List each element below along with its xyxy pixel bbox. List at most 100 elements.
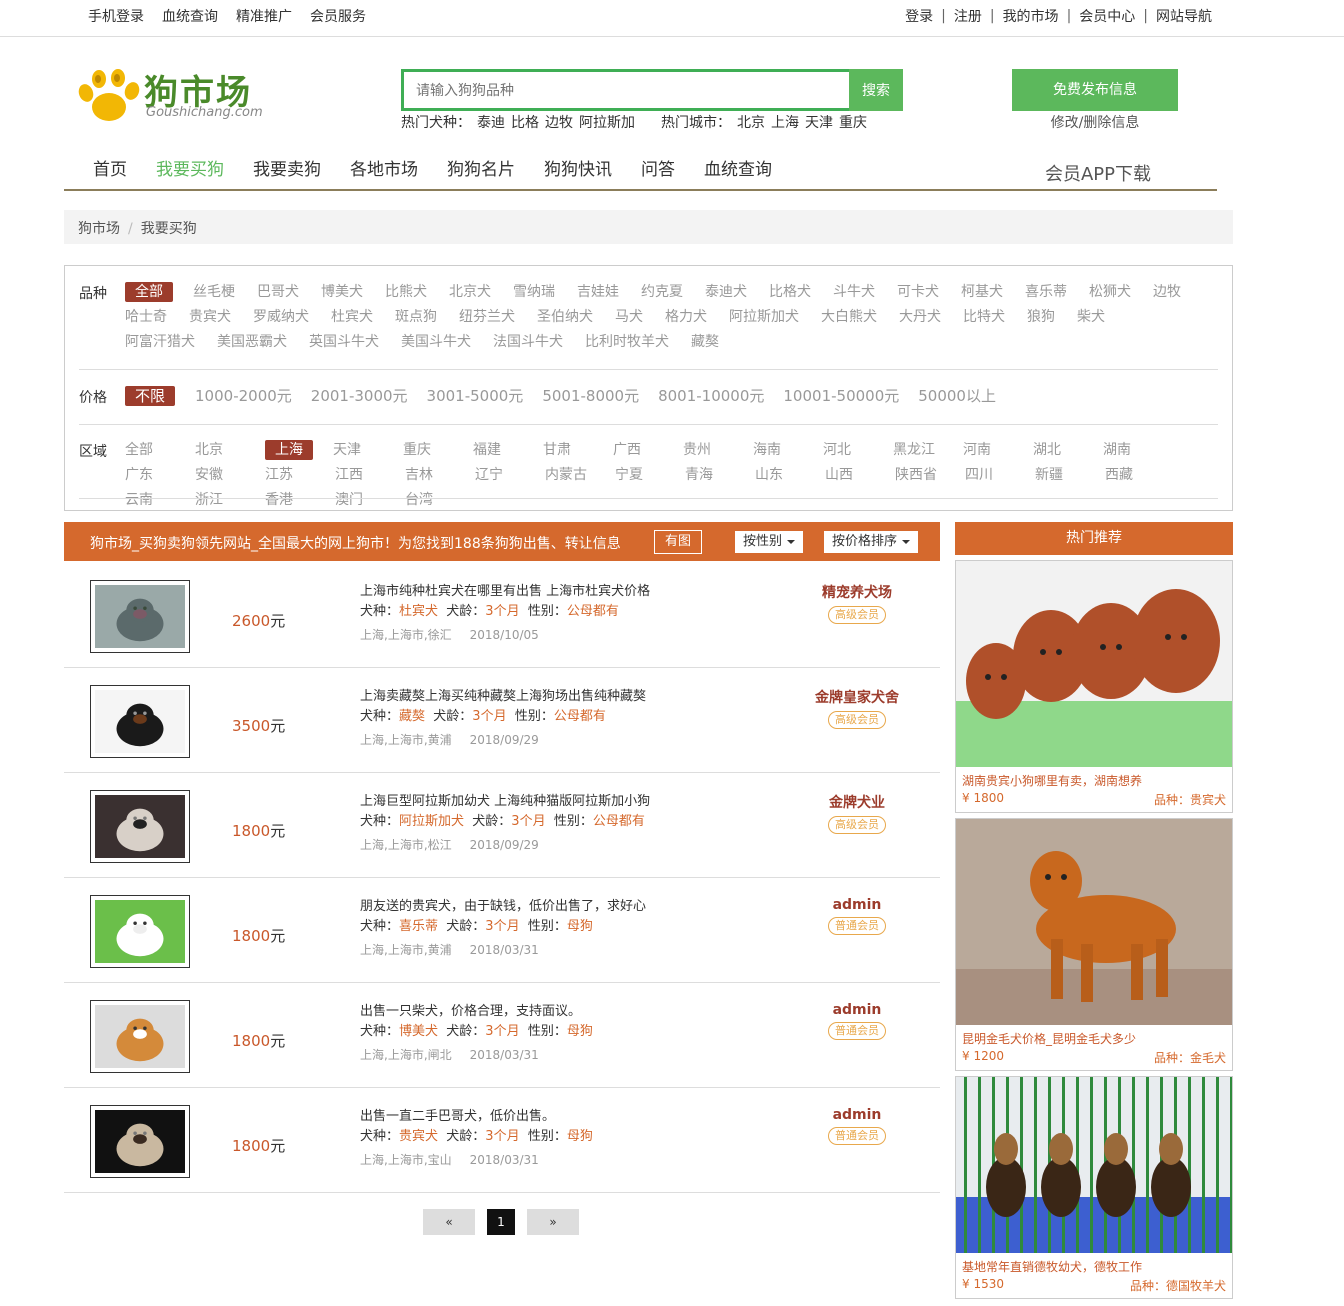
search-button[interactable]: 搜索 [849, 69, 903, 111]
hot-city-link[interactable]: 北京 [737, 112, 765, 132]
breed-value[interactable]: 藏獒 [399, 709, 425, 724]
filter-option-breed[interactable]: 丝毛梗 [193, 282, 235, 307]
filter-option-breed[interactable]: 约克夏 [641, 282, 683, 307]
filter-option-breed[interactable]: 雪纳瑞 [513, 282, 555, 307]
filter-option-breed[interactable]: 法国斗牛犬 [493, 332, 563, 357]
filter-option-region[interactable]: 天津 [333, 440, 381, 465]
hot-breed-link[interactable]: 边牧 [545, 112, 573, 132]
filter-option-breed[interactable]: 比利时牧羊犬 [585, 332, 669, 357]
seller-name[interactable]: 金牌皇家犬舍 [784, 687, 930, 707]
recommend-title[interactable]: 昆明金毛犬价格_昆明金毛犬多少 [956, 1025, 1232, 1047]
listing-row[interactable]: 2600元 上海市纯种杜宾犬在哪里有出售 上海市杜宾犬价格 犬种：杜宾犬 犬龄：3个… [64, 563, 940, 668]
filter-option-breed[interactable]: 北京犬 [449, 282, 491, 307]
listing-title[interactable]: 上海巨型阿拉斯加幼犬 上海纯种猫版阿拉斯加小狗 [360, 792, 650, 812]
listing-row[interactable]: 1800元 出售一只柴犬，价格合理，支持面议。 犬种：博美犬 犬龄：3个月 性别：母… [64, 983, 940, 1088]
filter-option-price[interactable]: 2001-3000元 [311, 386, 408, 411]
seller-name[interactable]: 金牌犬业 [784, 792, 930, 812]
filter-option-region[interactable]: 河南 [963, 440, 1011, 465]
nav-item-sell[interactable]: 我要卖狗 [253, 155, 321, 180]
filter-option-region[interactable]: 宁夏 [615, 465, 663, 490]
filter-option-region[interactable]: 安徽 [195, 465, 243, 490]
listing-title[interactable]: 朋友送的贵宾犬，由于缺钱，低价出售了，求好心 [360, 897, 646, 917]
sort-price-select[interactable]: 按价格排序 [824, 531, 919, 553]
filter-option-region[interactable]: 山东 [755, 465, 803, 490]
recommend-card[interactable]: 湖南贵宾小狗哪里有卖，湖南想养 ¥ 1800 品种：贵宾犬 [955, 560, 1233, 813]
filter-option-breed[interactable]: 比熊犬 [385, 282, 427, 307]
filter-option-breed[interactable]: 柴犬 [1077, 307, 1105, 332]
filter-option-breed[interactable]: 杜宾犬 [331, 307, 373, 332]
filter-option-breed[interactable]: 吉娃娃 [577, 282, 619, 307]
filter-option-breed[interactable]: 美国斗牛犬 [401, 332, 471, 357]
filter-option-breed[interactable]: 柯基犬 [961, 282, 1003, 307]
listing-thumbnail[interactable] [90, 1000, 190, 1073]
recommend-title[interactable]: 基地常年直销德牧幼犬，德牧工作 [956, 1253, 1232, 1275]
top-link-mobile-login[interactable]: 手机登录 [88, 6, 144, 26]
filter-option-region[interactable]: 吉林 [405, 465, 453, 490]
filter-option-region[interactable]: 浙江 [195, 490, 243, 515]
site-logo[interactable]: 狗市场 Goushichang.com [78, 65, 278, 125]
has-image-button[interactable]: 有图 [654, 530, 703, 554]
filter-option-breed[interactable]: 博美犬 [321, 282, 363, 307]
filter-option-region[interactable]: 福建 [473, 440, 521, 465]
top-link-register[interactable]: 注册 [954, 6, 982, 26]
filter-option-region[interactable]: 江苏 [265, 465, 313, 490]
hot-city-link[interactable]: 重庆 [839, 112, 867, 132]
seller-name[interactable]: admin [784, 897, 930, 913]
breed-value[interactable]: 喜乐蒂 [399, 919, 438, 934]
listing-thumbnail[interactable] [90, 790, 190, 863]
filter-option-price[interactable]: 3001-5000元 [427, 386, 524, 411]
filter-option-breed[interactable]: 松狮犬 [1089, 282, 1131, 307]
recommend-card[interactable]: 基地常年直销德牧幼犬，德牧工作 ¥ 1530 品种：德国牧羊犬 [955, 1076, 1233, 1299]
listing-row[interactable]: 1800元 上海巨型阿拉斯加幼犬 上海纯种猫版阿拉斯加小狗 犬种：阿拉斯加犬 犬龄：… [64, 773, 940, 878]
filter-option-region[interactable]: 湖南 [1103, 440, 1151, 465]
filter-option-region[interactable]: 贵州 [683, 440, 731, 465]
nav-item-cards[interactable]: 狗狗名片 [447, 155, 515, 180]
filter-option-breed[interactable]: 泰迪犬 [705, 282, 747, 307]
listing-title[interactable]: 出售一直二手巴哥犬，低价出售。 [360, 1107, 593, 1127]
seller-name[interactable]: 精宠养犬场 [784, 582, 930, 602]
filter-option-price[interactable]: 50000以上 [918, 386, 996, 411]
listing-row[interactable]: 3500元 上海卖藏獒上海买纯种藏獒上海狗场出售纯种藏獒 犬种：藏獒 犬龄：3个月 … [64, 668, 940, 773]
hot-city-link[interactable]: 天津 [805, 112, 833, 132]
nav-item-news[interactable]: 狗狗快讯 [544, 155, 612, 180]
filter-option-region[interactable]: 澳门 [335, 490, 383, 515]
top-link-pedigree[interactable]: 血统查询 [162, 6, 218, 26]
nav-item-pedigree[interactable]: 血统查询 [704, 155, 772, 180]
filter-option-region[interactable]: 内蒙古 [545, 465, 593, 490]
search-input[interactable] [401, 69, 849, 111]
filter-option-region[interactable]: 云南 [125, 490, 173, 515]
filter-option-region[interactable]: 新疆 [1035, 465, 1083, 490]
filter-option-region[interactable]: 台湾 [405, 490, 453, 515]
filter-option-breed[interactable]: 格力犬 [665, 307, 707, 332]
filter-option-breed[interactable]: 英国斗牛犬 [309, 332, 379, 357]
filter-option-price[interactable]: 8001-10000元 [658, 386, 764, 411]
filter-option-region[interactable]: 河北 [823, 440, 871, 465]
filter-option-region[interactable]: 甘肃 [543, 440, 591, 465]
filter-option-region[interactable]: 山西 [825, 465, 873, 490]
breadcrumb-home[interactable]: 狗市场 [78, 221, 120, 237]
breed-value[interactable]: 贵宾犬 [399, 1129, 438, 1144]
filter-option-region[interactable]: 黑龙江 [893, 440, 941, 465]
top-link-login[interactable]: 登录 [905, 6, 933, 26]
filter-option-breed[interactable]: 罗威纳犬 [253, 307, 309, 332]
breed-value[interactable]: 阿拉斯加犬 [399, 814, 464, 829]
filter-option-breed[interactable]: 贵宾犬 [189, 307, 231, 332]
top-link-promotion[interactable]: 精准推广 [236, 6, 292, 26]
filter-option-breed[interactable]: 斑点狗 [395, 307, 437, 332]
listing-title[interactable]: 上海卖藏獒上海买纯种藏獒上海狗场出售纯种藏獒 [360, 687, 646, 707]
filter-option-region[interactable]: 北京 [195, 440, 243, 465]
hot-breed-link[interactable]: 泰迪 [477, 112, 505, 132]
filter-option-breed[interactable]: 喜乐蒂 [1025, 282, 1067, 307]
hot-breed-link[interactable]: 比格 [511, 112, 539, 132]
filter-option-price[interactable]: 1000-2000元 [195, 386, 292, 411]
next-page-button[interactable]: » [527, 1209, 579, 1235]
filter-option-breed[interactable]: 阿拉斯加犬 [729, 307, 799, 332]
listing-row[interactable]: 1800元 出售一直二手巴哥犬，低价出售。 犬种：贵宾犬 犬龄：3个月 性别：母狗上… [64, 1088, 940, 1193]
filter-option-breed[interactable]: 斗牛犬 [833, 282, 875, 307]
filter-option-breed[interactable]: 圣伯纳犬 [537, 307, 593, 332]
filter-option-breed[interactable]: 纽芬兰犬 [459, 307, 515, 332]
filter-option-region[interactable]: 重庆 [403, 440, 451, 465]
filter-option-breed[interactable]: 比格犬 [769, 282, 811, 307]
filter-option-region[interactable]: 广东 [125, 465, 173, 490]
modify-link[interactable]: 修改/删除信息 [1012, 112, 1178, 132]
